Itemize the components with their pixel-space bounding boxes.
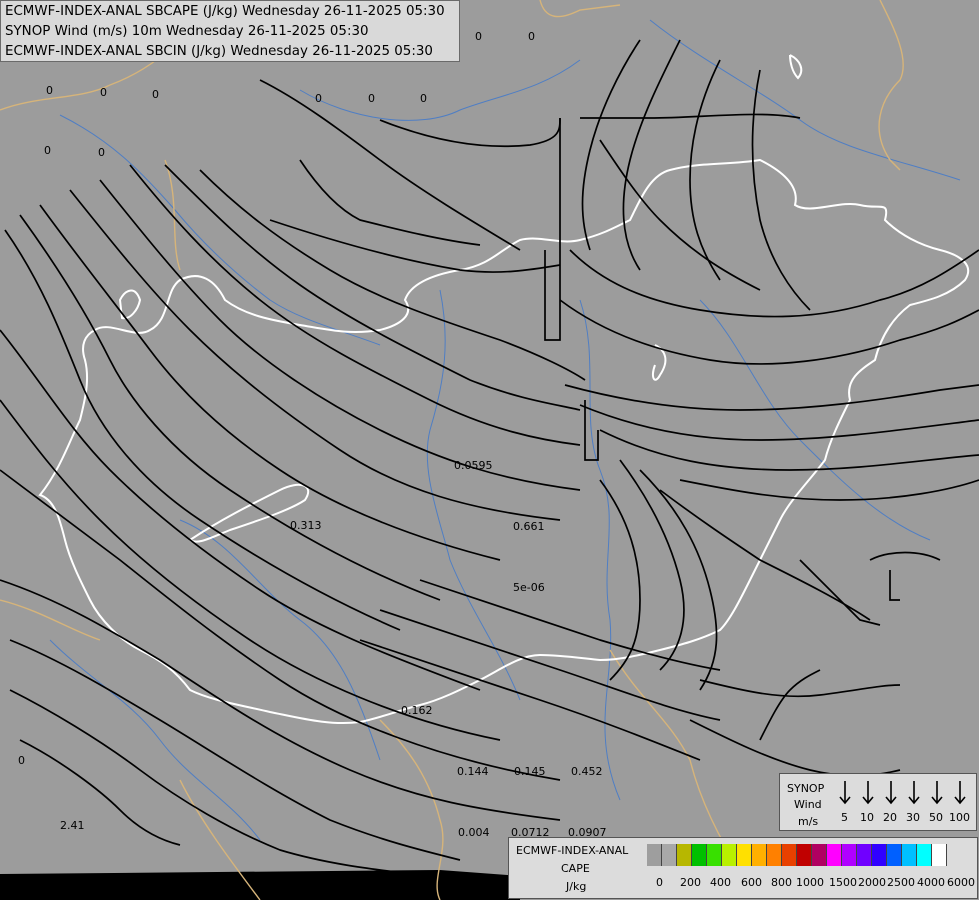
- cape-color-legend: ECMWF-INDEX-ANAL CAPE J/kg 0 200 400 600…: [508, 837, 978, 899]
- value-label: 0.452: [571, 765, 603, 778]
- zero-label: 0: [475, 30, 482, 43]
- cape-color-swatch: [722, 844, 737, 866]
- zero-label: 0: [44, 144, 51, 157]
- cape-color-swatch: [827, 844, 842, 866]
- zero-label: 0: [46, 84, 53, 97]
- wind-speed-label: 10: [860, 811, 874, 824]
- zero-label: 0: [528, 30, 535, 43]
- value-label: 0.145: [514, 765, 546, 778]
- cape-tick-label: 2500: [887, 876, 915, 889]
- cape-color-swatch: [662, 844, 677, 866]
- cape-color-swatch: [842, 844, 857, 866]
- cape-color-swatch: [857, 844, 872, 866]
- map-canvas: 0 0 0 0 0 0 0 0 0 0 0 0.0595 0.313 0.661…: [0, 0, 979, 900]
- cape-color-swatch: [767, 844, 782, 866]
- cape-color-swatch: [812, 844, 827, 866]
- synop-wind-legend: SYNOP Wind m/s 5 10 20 30 50 100: [779, 773, 977, 831]
- wind-speed-label: 100: [949, 811, 970, 824]
- map-header: ECMWF-INDEX-ANAL SBCAPE (J/kg) Wednesday…: [0, 0, 460, 62]
- zero-label: 0: [368, 92, 375, 105]
- value-label: 2.41: [60, 819, 85, 832]
- cape-tick-label: 2000: [858, 876, 886, 889]
- zero-label: 0: [315, 92, 322, 105]
- zero-label: 0: [420, 92, 427, 105]
- cape-tick-label: 4000: [917, 876, 945, 889]
- zero-label: 0: [98, 146, 105, 159]
- wind-arrows: [839, 781, 966, 805]
- cape-tick-label: 400: [710, 876, 731, 889]
- cape-color-swatch: [782, 844, 797, 866]
- value-label: 0.661: [513, 520, 545, 533]
- cape-color-swatch: [752, 844, 767, 866]
- value-label: 0.162: [401, 704, 433, 717]
- cape-color-swatch: [872, 844, 887, 866]
- zero-label: 0: [18, 754, 25, 767]
- cape-color-swatch: [917, 844, 932, 866]
- no-data-region: [0, 870, 520, 900]
- wind-arrow-icon: [908, 781, 920, 805]
- cape-color-swatch: [737, 844, 752, 866]
- wind-speed-label: 20: [883, 811, 897, 824]
- synop-legend-subtitle: Wind: [794, 798, 822, 811]
- wind-arrow-icon: [931, 781, 943, 805]
- cape-color-swatch: [677, 844, 692, 866]
- zero-label: 0: [100, 86, 107, 99]
- cape-color-swatch: [707, 844, 722, 866]
- wind-arrow-icon: [839, 781, 851, 805]
- cape-tick-label: 200: [680, 876, 701, 889]
- cape-color-bar: [647, 844, 947, 866]
- zero-label: 0: [152, 88, 159, 101]
- header-cape-title: ECMWF-INDEX-ANAL SBCAPE (J/kg) Wednesday…: [5, 4, 445, 19]
- synop-legend-units: m/s: [798, 815, 819, 828]
- value-label: 0.313: [290, 519, 322, 532]
- cape-color-swatch: [887, 844, 902, 866]
- cape-color-swatch: [797, 844, 812, 866]
- wind-speed-label: 50: [929, 811, 943, 824]
- cape-tick-label: 1500: [829, 876, 857, 889]
- cape-legend-units: J/kg: [566, 880, 587, 893]
- cape-tick-label: 600: [741, 876, 762, 889]
- header-cin-title: ECMWF-INDEX-ANAL SBCIN (J/kg) Wednesday …: [5, 44, 433, 59]
- value-label: 0.004: [458, 826, 490, 839]
- wind-arrow-icon: [862, 781, 874, 805]
- value-label: 0.144: [457, 765, 489, 778]
- cape-color-swatch: [932, 844, 947, 866]
- cape-color-swatch: [692, 844, 707, 866]
- header-wind-title: SYNOP Wind (m/s) 10m Wednesday 26-11-202…: [5, 24, 369, 39]
- cape-tick-label: 800: [771, 876, 792, 889]
- wind-speed-label: 5: [841, 811, 848, 824]
- synop-legend-title: SYNOP: [787, 782, 825, 795]
- cape-color-swatch: [902, 844, 917, 866]
- cape-tick-label: 1000: [796, 876, 824, 889]
- cape-tick-label: 0: [656, 876, 663, 889]
- cape-legend-title: ECMWF-INDEX-ANAL: [516, 844, 629, 857]
- cape-color-swatch: [647, 844, 662, 866]
- wind-arrow-icon: [954, 781, 966, 805]
- cape-legend-subtitle: CAPE: [561, 862, 590, 875]
- value-label: 0.0595: [454, 459, 493, 472]
- cape-tick-label: 6000: [947, 876, 975, 889]
- wind-arrow-icon: [885, 781, 897, 805]
- value-label: 5e-06: [513, 581, 545, 594]
- wind-speed-label: 30: [906, 811, 920, 824]
